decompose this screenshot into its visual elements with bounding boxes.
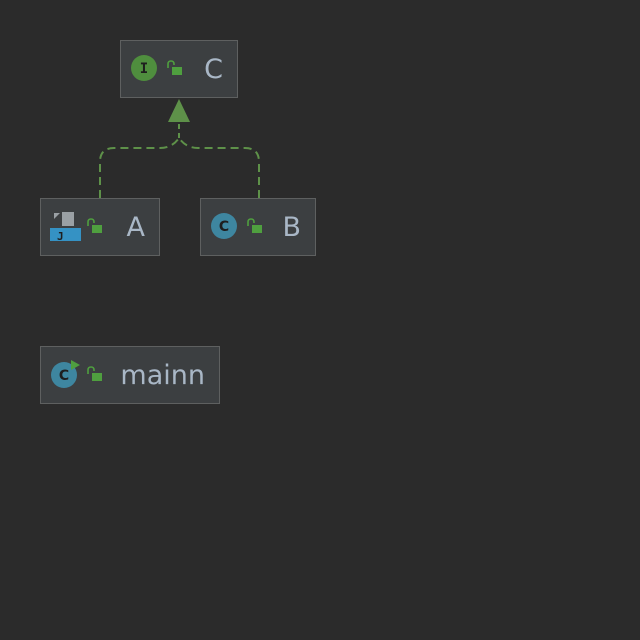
unlocked-public-icon (87, 218, 102, 233)
unlocked-public-icon (87, 366, 102, 381)
node-label: A (126, 211, 145, 243)
node-file-a[interactable]: J A (40, 198, 160, 256)
node-label: mainn (120, 359, 205, 391)
implements-arrowhead (168, 99, 190, 122)
class-icon: C (211, 213, 237, 239)
edges-layer (99, 99, 260, 198)
node-runnable-class-mainn[interactable]: C mainn (40, 346, 220, 404)
edge-a-to-c (99, 137, 180, 198)
diagram-canvas: I C J A C B C mainn (0, 0, 640, 640)
node-label: B (282, 211, 301, 243)
svg-text:J: J (57, 230, 64, 242)
interface-icon: I (131, 55, 157, 81)
unlocked-public-icon (247, 218, 262, 233)
node-label: C (204, 53, 223, 85)
node-class-b[interactable]: C B (200, 198, 316, 256)
svg-text:I: I (140, 61, 148, 77)
svg-text:C: C (219, 219, 229, 235)
node-interface-c[interactable]: I C (120, 40, 238, 98)
edge-b-to-c (178, 137, 260, 198)
unlocked-public-icon (167, 60, 182, 75)
svg-text:C: C (59, 368, 69, 384)
java-file-icon: J (50, 212, 81, 242)
runnable-class-icon: C (51, 360, 80, 388)
